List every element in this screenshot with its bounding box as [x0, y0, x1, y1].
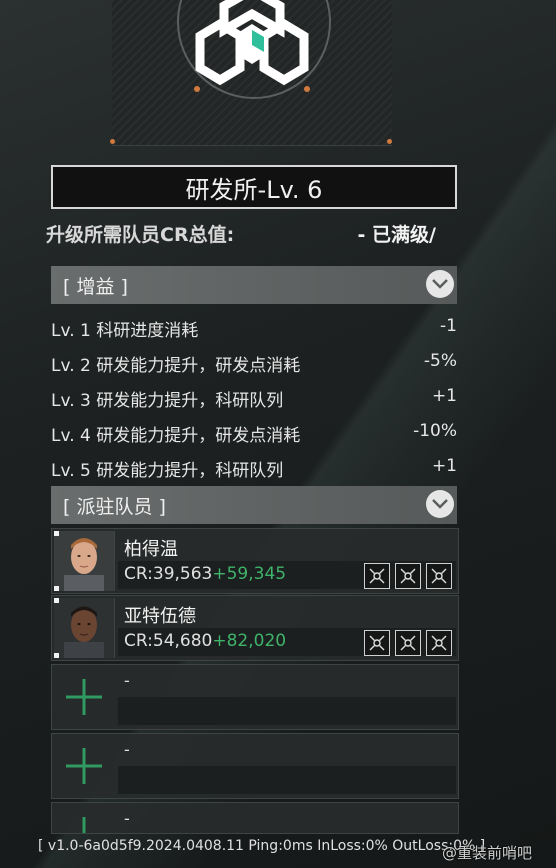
- slot-cr-strip: [118, 766, 456, 794]
- member-card[interactable]: 亚特伍德 CR:54,680+82,020: [51, 595, 459, 661]
- member-cr-strip: CR:54,680+82,020: [118, 628, 456, 656]
- member-portrait[interactable]: [54, 598, 115, 658]
- network-status-bar: [ v1.0-6a0d5f9.2024.0408.11 Ping:0ms InL…: [38, 838, 486, 854]
- watermark: @重装前哨吧: [442, 844, 533, 862]
- avatar: [54, 598, 114, 658]
- skill-node-icon[interactable]: [395, 630, 421, 656]
- skill-node-icon[interactable]: [364, 630, 390, 656]
- requirement-label: 升级所需队员CR总值:: [46, 224, 235, 246]
- member-name: 柏得温: [124, 539, 178, 560]
- buff-text: Lv. 2 研发能力提升，研发点消耗: [51, 356, 301, 376]
- plus-icon: [66, 679, 102, 715]
- member-cr-value: CR:54,680: [124, 631, 213, 651]
- emblem-corner-right: [387, 139, 392, 144]
- buff-text: Lv. 3 研发能力提升，科研队列: [51, 391, 284, 411]
- empty-member-slot[interactable]: -: [51, 733, 459, 799]
- empty-member-slot[interactable]: -: [51, 802, 459, 834]
- slot-cr-strip: [118, 697, 456, 725]
- slot-placeholder: -: [124, 809, 130, 828]
- portrait-corner: [54, 586, 59, 591]
- avatar: [54, 531, 114, 591]
- skill-node-icon[interactable]: [364, 563, 390, 589]
- emblem-corner-left: [110, 139, 115, 144]
- portrait-corner: [54, 531, 59, 536]
- member-cr-value: CR:39,563: [124, 564, 213, 584]
- skill-node-icon[interactable]: [395, 563, 421, 589]
- chevron-down-icon: [432, 499, 448, 509]
- emblem-node-left: [194, 86, 200, 92]
- buff-text: Lv. 5 研发能力提升，科研队列: [51, 461, 284, 481]
- slot-placeholder: -: [124, 671, 130, 690]
- buff-text: Lv. 4 研发能力提升，研发点消耗: [51, 426, 301, 446]
- member-skills: [364, 563, 452, 589]
- empty-member-slot[interactable]: -: [51, 664, 459, 730]
- members-section-header[interactable]: [ 派驻队员 ]: [51, 486, 457, 524]
- member-portrait[interactable]: [54, 531, 115, 591]
- portrait-corner: [54, 653, 59, 658]
- emblem-node-right: [304, 86, 310, 92]
- member-card[interactable]: 柏得温 CR:39,563+59,345: [51, 528, 459, 594]
- buff-value: -5%: [423, 351, 457, 371]
- buff-value: -10%: [413, 421, 457, 441]
- member-skills: [364, 630, 452, 656]
- member-name: 亚特伍德: [124, 606, 196, 627]
- buffs-collapse-button[interactable]: [426, 270, 454, 298]
- members-collapse-button[interactable]: [426, 490, 454, 518]
- upgrade-requirement: 升级所需队员CR总值: - 已满级/: [46, 218, 446, 246]
- plus-icon: [82, 817, 86, 833]
- skill-node-icon[interactable]: [426, 563, 452, 589]
- buff-value: +1: [431, 456, 457, 476]
- buff-row: Lv. 5 研发能力提升，科研队列 +1: [51, 452, 457, 481]
- member-cr-bonus: +82,020: [212, 631, 287, 651]
- member-cr-strip: CR:39,563+59,345: [118, 561, 456, 589]
- building-emblem-panel: [110, 0, 392, 146]
- buff-value: +1: [431, 386, 457, 406]
- slot-placeholder: -: [124, 740, 130, 759]
- building-title-text: 研发所-Lv. 6: [185, 175, 323, 204]
- buff-value: -1: [440, 316, 457, 336]
- member-cr-bonus: +59,345: [212, 564, 287, 584]
- add-member-button[interactable]: [52, 665, 116, 729]
- buff-text: Lv. 1 科研进度消耗: [51, 321, 199, 341]
- requirement-value: - 已满级/: [357, 224, 436, 246]
- add-member-button[interactable]: [52, 803, 116, 833]
- member-cr: CR:39,563+59,345: [124, 564, 286, 584]
- buff-row: Lv. 4 研发能力提升，研发点消耗 -10%: [51, 417, 457, 446]
- portrait-corner: [54, 598, 59, 603]
- plus-icon: [66, 748, 102, 784]
- members-header-label: [ 派驻队员 ]: [63, 495, 166, 518]
- buffs-section-header[interactable]: [ 增益 ]: [51, 266, 457, 304]
- buffs-header-label: [ 增益 ]: [63, 275, 128, 298]
- skill-node-icon[interactable]: [426, 630, 452, 656]
- member-cr: CR:54,680+82,020: [124, 631, 286, 651]
- buff-row: Lv. 3 研发能力提升，科研队列 +1: [51, 382, 457, 411]
- chevron-down-icon: [432, 279, 448, 289]
- buff-row: Lv. 1 科研进度消耗 -1: [51, 312, 457, 341]
- buff-row: Lv. 2 研发能力提升，研发点消耗 -5%: [51, 347, 457, 376]
- building-title: 研发所-Lv. 6: [51, 165, 457, 209]
- research-lab-emblem-icon: [195, 0, 309, 86]
- add-member-button[interactable]: [52, 734, 116, 798]
